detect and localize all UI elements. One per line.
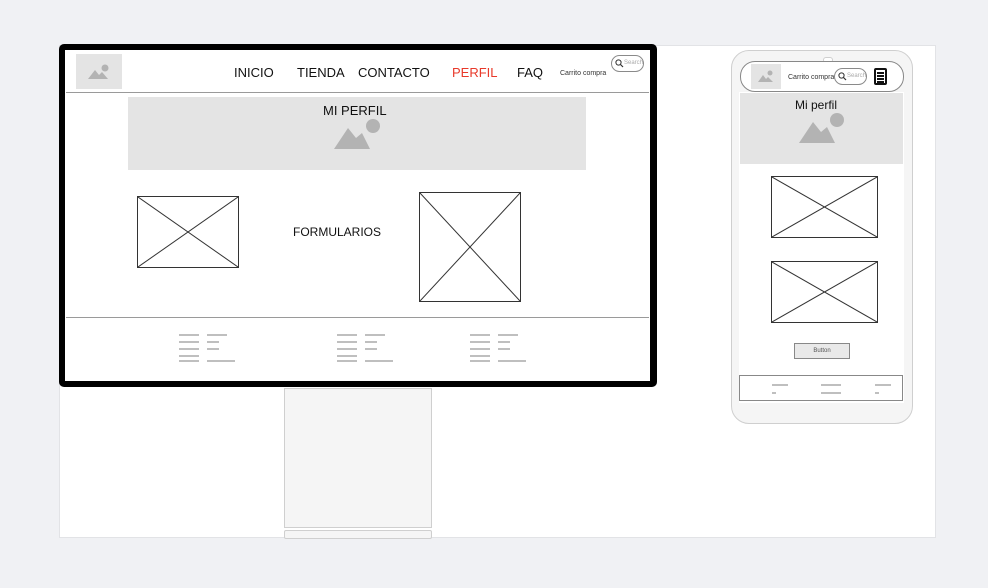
placeholder-cross-icon xyxy=(419,192,521,302)
footer-link-column-2[interactable] xyxy=(337,334,397,364)
image-icon xyxy=(758,70,773,82)
placeholder-cross-icon xyxy=(771,176,878,238)
placeholder-cross-icon xyxy=(137,196,239,268)
nav-link-inicio[interactable]: INICIO xyxy=(234,65,274,80)
cart-link[interactable]: Carrito compra xyxy=(560,70,606,77)
footer-link-column-3[interactable] xyxy=(470,334,530,364)
monitor-base xyxy=(284,530,432,539)
mobile-footer xyxy=(739,375,903,401)
forms-label: FORMULARIOS xyxy=(293,225,382,239)
mobile-image-placeholder-1 xyxy=(771,176,878,238)
image-icon xyxy=(334,119,380,149)
mobile-search-input[interactable]: Search xyxy=(834,68,867,85)
mobile-logo-placeholder xyxy=(751,64,781,89)
image-placeholder-right xyxy=(419,192,521,302)
mobile-cart-link[interactable]: Carrito compra xyxy=(788,74,834,81)
image-placeholder-left xyxy=(137,196,239,268)
monitor-stand xyxy=(284,388,432,528)
nav-link-contacto[interactable]: CONTACTO xyxy=(358,65,430,80)
nav-link-faq[interactable]: FAQ xyxy=(517,65,543,80)
mobile-action-button[interactable]: Button xyxy=(794,343,850,359)
image-icon xyxy=(88,64,109,79)
search-placeholder: Search xyxy=(624,60,644,66)
footer-divider xyxy=(66,317,649,318)
search-icon xyxy=(838,72,847,81)
nav-link-tienda[interactable]: TIENDA xyxy=(297,65,345,80)
mobile-image-placeholder-2 xyxy=(771,261,878,323)
nav-link-perfil[interactable]: PERFIL xyxy=(452,65,498,80)
image-icon xyxy=(799,113,844,143)
header-divider xyxy=(66,92,649,93)
search-icon xyxy=(615,59,624,68)
logo-image-placeholder xyxy=(76,54,122,89)
placeholder-cross-icon xyxy=(771,261,878,323)
footer-link-column-1[interactable] xyxy=(179,334,239,364)
search-input[interactable]: Search xyxy=(611,55,644,72)
mobile-search-placeholder: Search xyxy=(847,73,867,79)
hamburger-menu-icon[interactable] xyxy=(874,68,887,85)
